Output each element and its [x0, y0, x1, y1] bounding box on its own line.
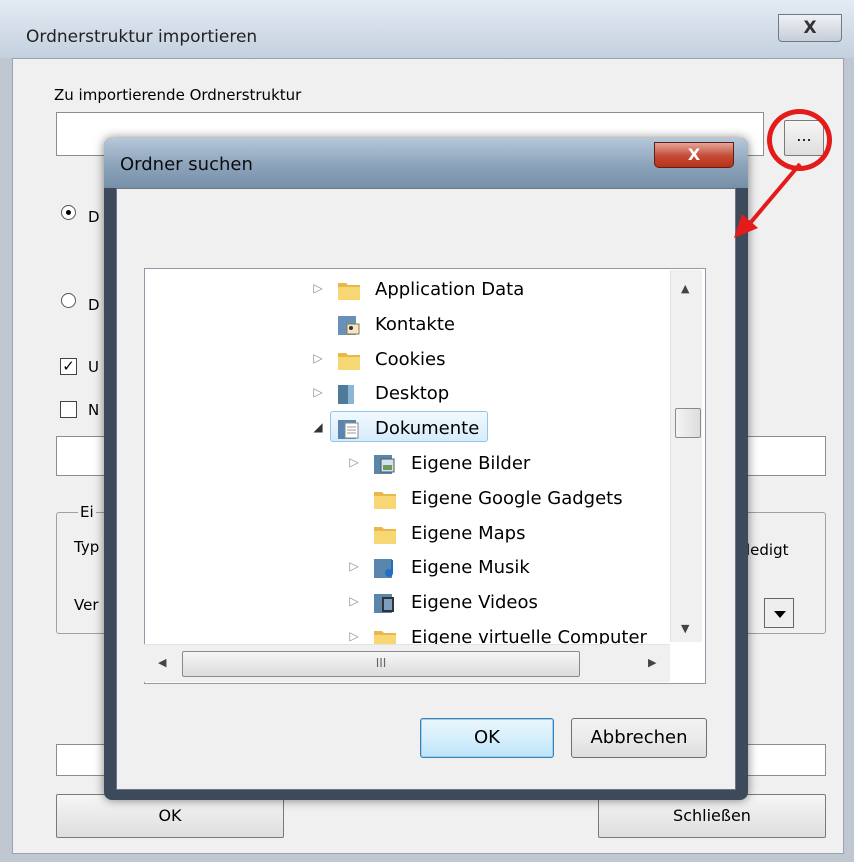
scroll-up-icon[interactable]: ▲	[681, 282, 689, 295]
inner-dialog-title: Ordner suchen	[120, 154, 253, 175]
tree-item[interactable]: ▷ Eigene Musik	[0, 552, 530, 584]
folder-ok-button[interactable]: OK	[420, 718, 554, 758]
outer-title-bar[interactable]: Ordnerstruktur importieren X	[0, 0, 854, 58]
tree-item-label: Dokumente	[375, 418, 480, 440]
vertical-scroll-thumb[interactable]	[675, 408, 701, 438]
tree-item[interactable]: ▷ Application Data	[0, 274, 530, 306]
collapsed-arrow-icon[interactable]: ▷	[311, 281, 325, 295]
tree-item-label: Eigene Videos	[411, 592, 538, 614]
folder-icon	[336, 278, 362, 302]
done-label: ledigt	[746, 541, 789, 559]
option-radio-1[interactable]	[61, 205, 76, 220]
annotation-arrow	[734, 162, 802, 238]
collapsed-arrow-icon[interactable]: ▷	[311, 385, 325, 399]
tree-vertical-scrollbar[interactable]: ▲ ▼	[670, 270, 702, 642]
option-radio-1-label: D	[88, 208, 100, 226]
tree-item[interactable]: Eigene Google Gadgets	[0, 483, 623, 515]
collapsed-arrow-icon[interactable]: ▷	[347, 559, 361, 573]
folder-icon	[372, 487, 398, 511]
outer-close-button[interactable]: X	[778, 14, 842, 42]
folder-icon	[372, 522, 398, 546]
scroll-left-icon[interactable]: ◀	[158, 656, 166, 669]
tree-item-label: Kontakte	[375, 313, 455, 335]
outer-dialog-title: Ordnerstruktur importieren	[26, 27, 258, 47]
scroll-right-icon[interactable]: ▶	[648, 656, 656, 669]
tree-item-label: Eigene Bilder	[411, 453, 531, 474]
combo-dropdown-button[interactable]	[764, 598, 794, 628]
tree-item[interactable]: ▷ Eigene Videos	[0, 587, 538, 619]
tree-item-label: Application Data	[375, 279, 525, 300]
folder-icon	[336, 348, 362, 372]
tree-item-label: Eigene Musik	[411, 557, 530, 579]
tree-item-label: Eigene Google Gadgets	[411, 487, 623, 509]
pictures-folder-icon	[372, 452, 398, 476]
tree-horizontal-scrollbar[interactable]: ◀ III ▶	[144, 644, 670, 682]
music-folder-icon	[372, 556, 398, 580]
inner-close-button[interactable]: X	[654, 142, 734, 168]
collapsed-arrow-icon[interactable]: ▷	[347, 455, 361, 469]
collapsed-arrow-icon[interactable]: ▷	[347, 629, 361, 643]
import-path-label: Zu importierende Ordnerstruktur	[54, 86, 302, 104]
documents-folder-icon	[336, 417, 362, 441]
scroll-down-icon[interactable]: ▼	[681, 622, 689, 635]
outer-close-dialog-button[interactable]: Schließen	[598, 794, 826, 838]
tree-item[interactable]: ▷ Eigene Bilder	[0, 448, 530, 480]
inner-title-bar[interactable]: Ordner suchen X	[104, 138, 748, 188]
tree-item-label: Desktop	[375, 383, 450, 405]
tree-item[interactable]: ▷ Cookies	[0, 344, 530, 376]
folder-cancel-button[interactable]: Abbrechen	[571, 718, 707, 758]
collapsed-arrow-icon[interactable]: ▷	[347, 594, 361, 608]
tree-item[interactable]: ▷ Desktop	[0, 378, 530, 410]
horizontal-scroll-thumb[interactable]: III	[182, 651, 580, 677]
contacts-folder-icon	[336, 313, 362, 337]
collapsed-arrow-icon[interactable]: ▷	[311, 351, 325, 365]
tree-item[interactable]: ◢ Dokumente	[0, 413, 530, 445]
outer-ok-button[interactable]: OK	[56, 794, 284, 838]
tree-item-label: Cookies	[375, 348, 446, 370]
expanded-arrow-icon[interactable]: ◢	[311, 420, 325, 434]
tree-item[interactable]: Eigene Maps	[0, 518, 530, 550]
tree-item[interactable]: Kontakte	[0, 309, 530, 341]
tree-item-label: Eigene Maps	[411, 522, 526, 544]
desktop-folder-icon	[336, 382, 362, 406]
videos-folder-icon	[372, 591, 398, 615]
